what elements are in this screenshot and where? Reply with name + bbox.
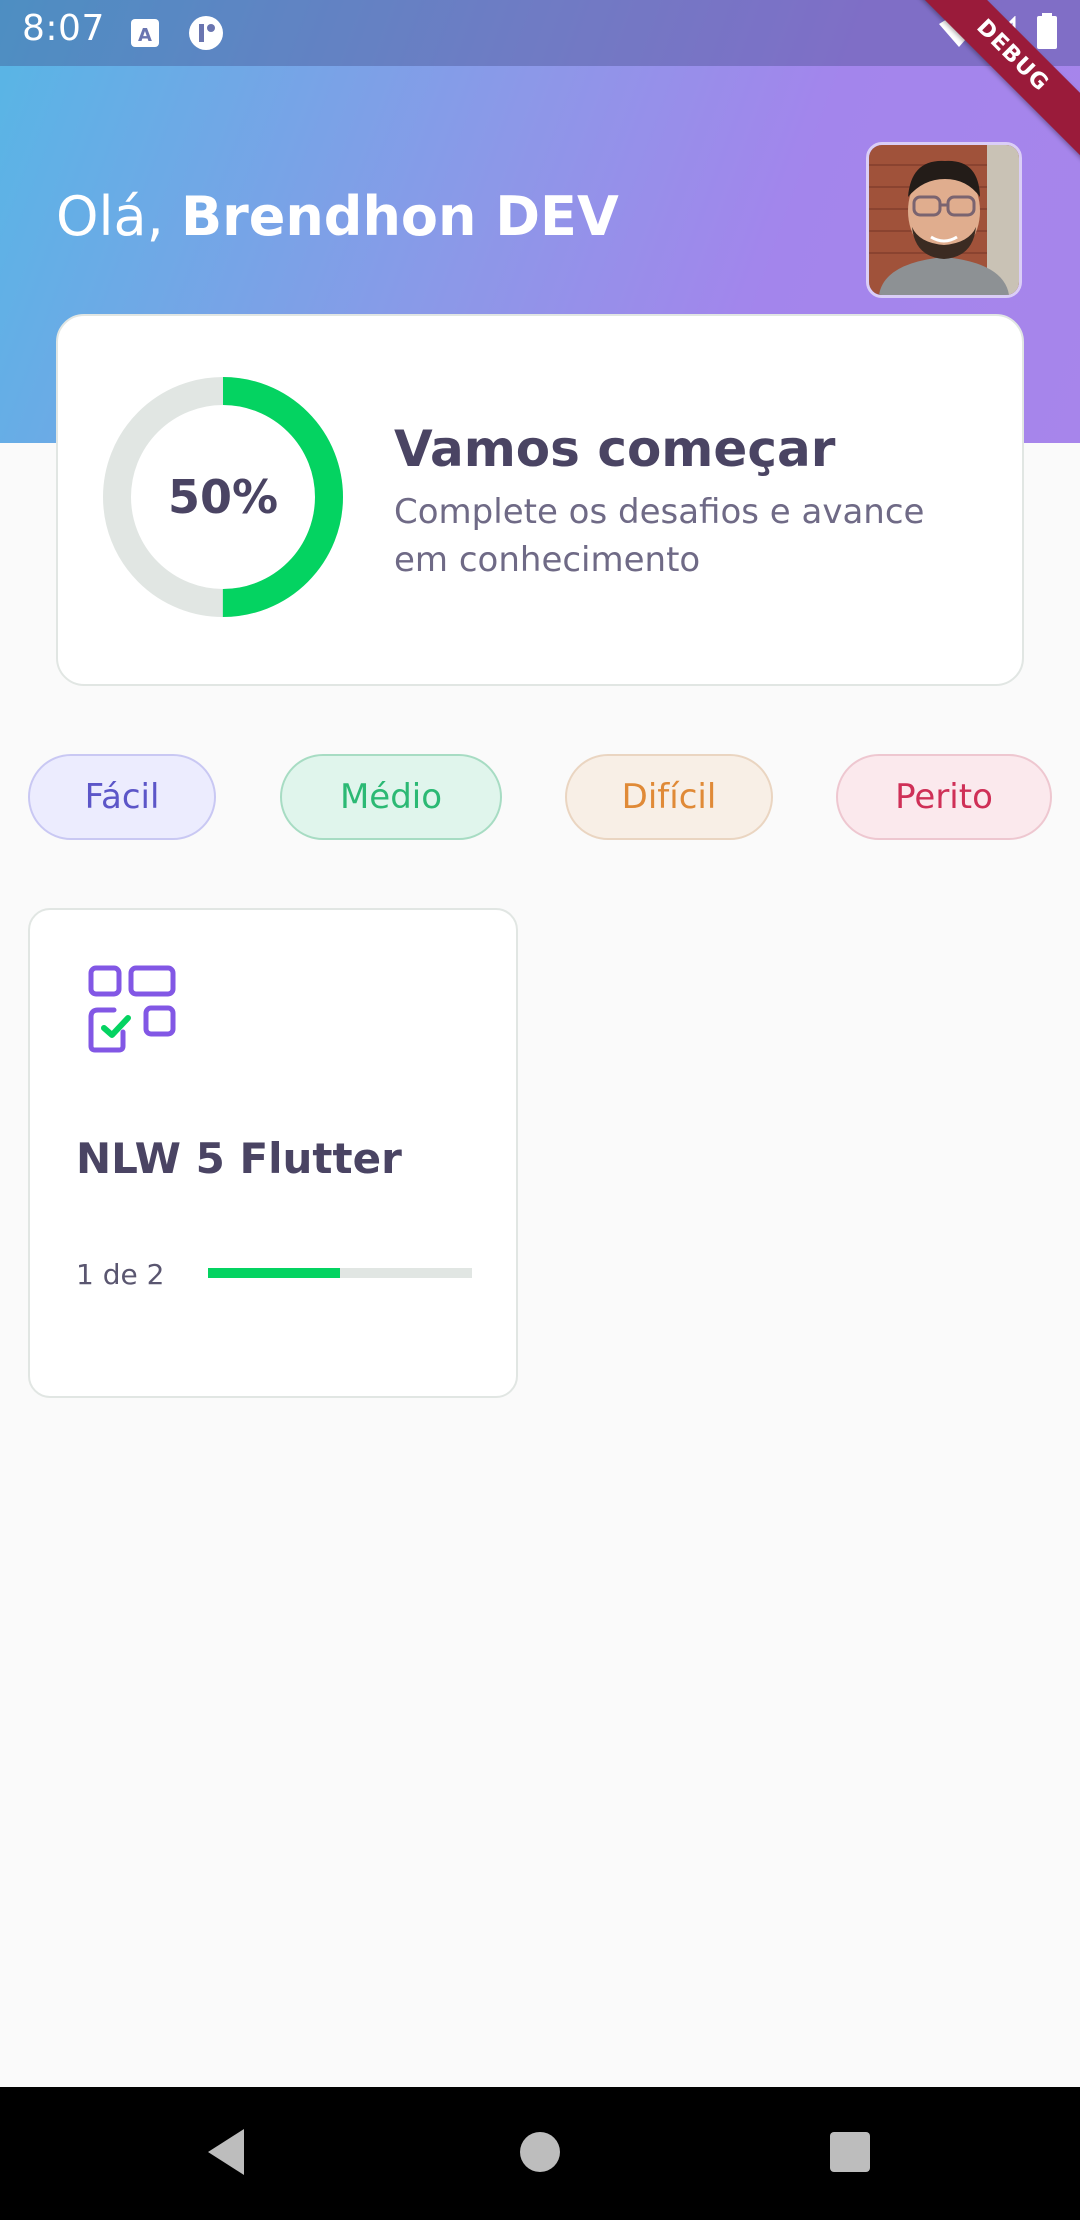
status-time: 8:07 xyxy=(22,8,105,49)
user-name: Brendhon DEV xyxy=(180,185,619,248)
level-chip-facil[interactable]: Fácil xyxy=(28,754,216,840)
home-icon[interactable] xyxy=(518,2127,562,2177)
avatar[interactable] xyxy=(866,142,1022,298)
navigation-bar xyxy=(0,2087,1080,2220)
status-bar: 8:07 A xyxy=(0,0,1080,66)
avatar-photo xyxy=(869,145,1019,295)
score-card: 50% Vamos começar Complete os desafios e… xyxy=(56,314,1024,686)
level-chip-medio[interactable]: Médio xyxy=(280,754,502,840)
keyboard-notification-icon: A xyxy=(131,19,159,47)
battery-icon xyxy=(1037,13,1057,49)
back-icon[interactable] xyxy=(204,2127,248,2177)
app-notification-icon xyxy=(189,16,223,50)
quiz-progress-text: 1 de 2 xyxy=(76,1258,165,1291)
level-chip-dificil[interactable]: Difícil xyxy=(565,754,773,840)
quiz-card[interactable]: NLW 5 Flutter 1 de 2 xyxy=(28,908,518,1398)
quiz-progress-bar xyxy=(208,1268,472,1278)
quiz-title: NLW 5 Flutter xyxy=(76,1134,402,1183)
checklist-icon xyxy=(88,965,176,1053)
score-card-title: Vamos começar xyxy=(394,420,836,478)
level-chip-perito[interactable]: Perito xyxy=(836,754,1052,840)
greeting: Olá, Brendhon DEV xyxy=(56,185,619,248)
quiz-progress-fill xyxy=(208,1268,340,1278)
score-card-subtitle: Complete os desafios e avance em conheci… xyxy=(394,492,925,580)
svg-text:A: A xyxy=(138,25,152,46)
recents-icon[interactable] xyxy=(828,2127,872,2177)
greeting-prefix: Olá, xyxy=(56,185,181,248)
progress-chart: 50% xyxy=(100,374,346,620)
progress-percent: 50% xyxy=(167,470,279,524)
